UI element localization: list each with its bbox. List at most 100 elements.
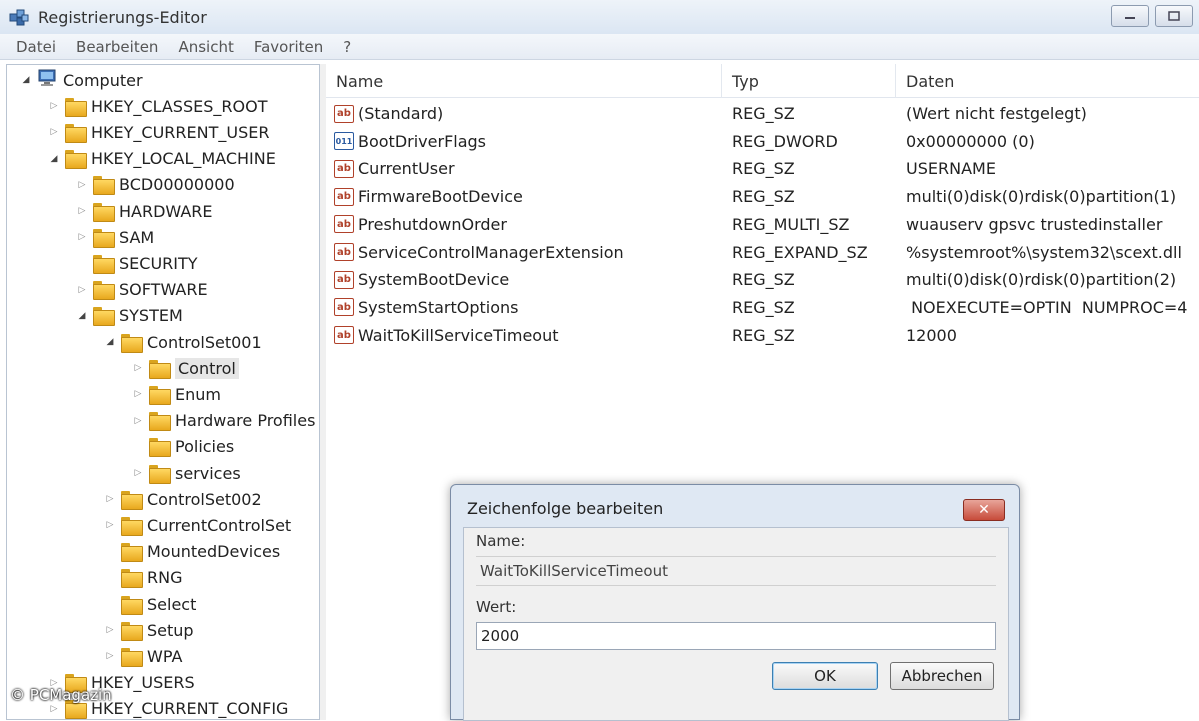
tree-item[interactable]: ▷ Setup: [103, 617, 194, 643]
folder-icon: [149, 359, 171, 379]
string-value-icon: ab: [334, 243, 354, 261]
cancel-button[interactable]: Abbrechen: [890, 662, 994, 690]
tree-item[interactable]: MountedDevices: [103, 539, 280, 565]
column-header-type[interactable]: Typ: [722, 64, 896, 98]
tree-item[interactable]: SECURITY: [75, 250, 198, 276]
collapsed-arrow-icon[interactable]: ▷: [75, 204, 89, 218]
value-row[interactable]: ab FirmwareBootDevice REG_SZ multi(0)disk(0…: [326, 183, 1199, 210]
value-type: REG_DWORD: [732, 131, 838, 151]
folder-icon: [121, 333, 143, 353]
tree-item[interactable]: ▷ HARDWARE: [75, 198, 213, 224]
collapsed-arrow-icon[interactable]: ▷: [131, 414, 145, 428]
ok-button[interactable]: OK: [772, 662, 878, 690]
value-input[interactable]: 2000: [476, 622, 996, 650]
value-data: USERNAME: [906, 159, 996, 179]
value-row[interactable]: ab PreshutdownOrder REG_MULTI_SZ wuauserv g…: [326, 211, 1199, 238]
collapsed-arrow-icon[interactable]: ▷: [103, 649, 117, 663]
maximize-button[interactable]: [1155, 5, 1193, 27]
tree-item[interactable]: ▷ SOFTWARE: [75, 277, 208, 303]
value-name-cell: ab (Standard): [334, 100, 443, 127]
close-icon: ✕: [978, 502, 990, 518]
collapsed-arrow-icon[interactable]: ▷: [131, 387, 145, 401]
collapsed-arrow-icon[interactable]: ▷: [103, 492, 117, 506]
dialog-close-button[interactable]: ✕: [963, 499, 1005, 521]
value-row[interactable]: ab (Standard) REG_SZ (Wert nicht festgelegt…: [326, 100, 1199, 127]
tree-item[interactable]: ▷ BCD00000000: [75, 172, 235, 198]
value-name-cell: ab SystemStartOptions: [334, 294, 518, 321]
tree-item-label: HKEY_CLASSES_ROOT: [91, 96, 268, 116]
folder-icon: [93, 228, 115, 248]
tree-item[interactable]: ▷ services: [131, 460, 241, 486]
tree-item[interactable]: ▷ HKEY_CLASSES_ROOT: [47, 93, 267, 119]
tree-item[interactable]: ▷ SAM: [75, 224, 154, 250]
folder-icon: [121, 647, 143, 667]
collapsed-arrow-icon[interactable]: ▷: [47, 99, 61, 113]
collapsed-arrow-icon[interactable]: ▷: [75, 178, 89, 192]
value-row[interactable]: ab SystemBootDevice REG_SZ multi(0)disk(0)r…: [326, 266, 1199, 293]
registry-tree[interactable]: ◢ Computer ▷ HKEY_CLASSES_ROOT ▷ HKEY_CURRENT…: [6, 64, 320, 720]
tree-item-label: services: [175, 463, 241, 483]
tree-item[interactable]: Select: [103, 591, 196, 617]
regedit-app-icon: [8, 6, 30, 28]
tree-item[interactable]: ▷ CurrentControlSet: [103, 512, 291, 538]
expanded-arrow-icon[interactable]: ◢: [75, 309, 89, 323]
value-row[interactable]: ab ServiceControlManagerExtension REG_EXPA…: [326, 239, 1199, 266]
tree-item[interactable]: ▷ Hardware Profiles: [131, 408, 315, 434]
value-row[interactable]: ab WaitToKillServiceTimeout REG_SZ 12000: [326, 322, 1199, 349]
tree-item[interactable]: ◢ SYSTEM: [75, 303, 183, 329]
tree-item[interactable]: ▷ ControlSet002: [103, 486, 262, 512]
folder-icon: [65, 123, 87, 143]
tree-item[interactable]: ▷ WPA: [103, 643, 182, 669]
menu-favoriten[interactable]: Favoriten: [244, 38, 333, 56]
dialog-title: Zeichenfolge bearbeiten: [467, 499, 664, 518]
tree-item[interactable]: ▷ Control: [131, 355, 239, 381]
title-bar: Registrierungs-Editor: [0, 0, 1199, 34]
collapsed-arrow-icon[interactable]: ▷: [103, 623, 117, 637]
tree-item[interactable]: Policies: [131, 434, 234, 460]
collapsed-arrow-icon[interactable]: ▷: [103, 518, 117, 532]
tree-item[interactable]: ◢ HKEY_LOCAL_MACHINE: [47, 146, 276, 172]
tree-item[interactable]: ◢ Computer: [19, 67, 143, 93]
value-name: ServiceControlManagerExtension: [358, 242, 624, 262]
tree-item[interactable]: ▷ Enum: [131, 381, 221, 407]
column-header-name[interactable]: Name: [326, 64, 722, 98]
folder-icon: [149, 438, 171, 458]
column-header-data[interactable]: Daten: [896, 64, 1199, 98]
collapsed-arrow-icon[interactable]: ▷: [131, 466, 145, 480]
expanded-arrow-icon[interactable]: ◢: [103, 335, 117, 349]
tree-item-label: Computer: [63, 70, 143, 90]
menu-datei[interactable]: Datei: [6, 38, 66, 56]
collapsed-arrow-icon[interactable]: ▷: [75, 230, 89, 244]
value-data: multi(0)disk(0)rdisk(0)partition(2): [906, 270, 1177, 290]
collapsed-arrow-icon[interactable]: ▷: [47, 125, 61, 139]
menu-bearbeiten[interactable]: Bearbeiten: [66, 38, 168, 56]
dialog-body: Name: WaitToKillServiceTimeout Wert: 200…: [463, 527, 1009, 721]
list-header: Name Typ Daten: [326, 64, 1199, 98]
collapsed-arrow-icon[interactable]: ▷: [75, 283, 89, 297]
tree-item-label: SECURITY: [119, 253, 198, 273]
tree-item-label: Hardware Profiles: [175, 411, 316, 431]
folder-icon: [121, 621, 143, 641]
menu-help[interactable]: ?: [333, 38, 361, 56]
tree-item[interactable]: ▷ HKEY_CURRENT_USER: [47, 119, 269, 145]
value-type: REG_SZ: [732, 104, 795, 123]
value-row[interactable]: ab SystemStartOptions REG_SZ NOEXECUTE=OPT…: [326, 294, 1199, 321]
value-name-cell: ab SystemBootDevice: [334, 266, 509, 293]
binary-value-icon: 011: [334, 132, 354, 151]
expanded-arrow-icon[interactable]: ◢: [19, 73, 33, 87]
menu-ansicht[interactable]: Ansicht: [168, 38, 243, 56]
value-name: PreshutdownOrder: [358, 214, 507, 234]
tree-item-label: CurrentControlSet: [147, 515, 292, 535]
value-type: REG_EXPAND_SZ: [732, 242, 868, 262]
minimize-button[interactable]: [1111, 5, 1149, 27]
tree-item[interactable]: ◢ ControlSet001: [103, 329, 262, 355]
string-value-icon: ab: [334, 159, 354, 178]
tree-item[interactable]: RNG: [103, 565, 182, 591]
value-row[interactable]: 011 BootDriverFlags REG_DWORD 0x00000000 (0…: [326, 128, 1199, 155]
collapsed-arrow-icon[interactable]: ▷: [131, 361, 145, 375]
expanded-arrow-icon[interactable]: ◢: [47, 152, 61, 166]
value-row[interactable]: ab CurrentUser REG_SZ USERNAME: [326, 155, 1199, 182]
string-value-icon: ab: [334, 187, 354, 206]
